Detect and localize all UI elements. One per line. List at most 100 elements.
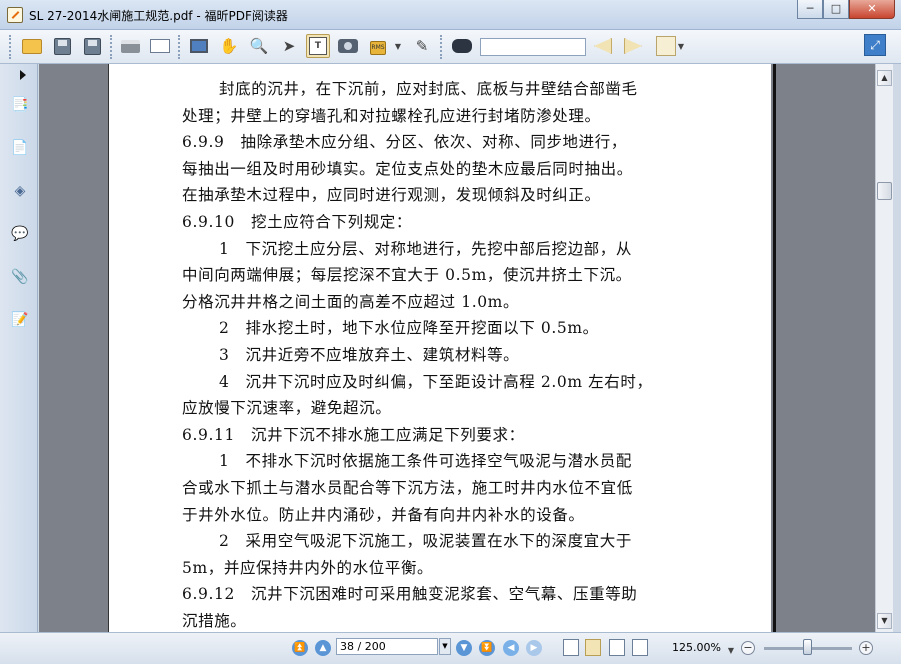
plus-icon: + (861, 641, 871, 654)
rms-button[interactable]: RMS (366, 34, 390, 58)
text-line: 1 下沉挖土应分层、对称地进行，先挖中部后挖边部，从 (219, 239, 632, 258)
signatures-button[interactable]: 📝 (10, 309, 30, 331)
zoom-out-button[interactable]: − (741, 641, 755, 655)
arrow-left-icon: ◀ (507, 643, 515, 653)
fullscreen-button[interactable] (187, 34, 211, 58)
continuous-view-button[interactable] (585, 639, 601, 656)
text-line: 中间向两端伸展；每层挖深不宜大于 0.5m，使沉井挤土下沉。 (182, 266, 632, 285)
save-button[interactable] (50, 34, 74, 58)
first-page-icon: ⏫ (294, 643, 306, 653)
pdf-page[interactable]: 封底的沉井，在下沉前，应对封底、底板与井壁结合部凿毛 处理；井壁上的穿墙孔和对拉螺… (108, 64, 771, 632)
first-page-button[interactable]: ⏫ (292, 640, 308, 656)
email-button[interactable] (148, 34, 172, 58)
last-page-button[interactable]: ⏬ (479, 640, 495, 656)
text-line: 3 沉井近旁不应堆放弃土、建筑材料等。 (219, 346, 520, 364)
binoculars-icon (452, 39, 472, 53)
single-page-view-button[interactable] (563, 639, 579, 656)
maximize-button[interactable]: □ (823, 0, 849, 19)
forward-button[interactable]: ▶ (526, 640, 542, 656)
text-line: 6.9.9 抽除承垫木应分组、分区、依次、对称、同步地进行， (182, 133, 627, 152)
page-number-input[interactable]: 38 / 200 (336, 638, 438, 655)
back-button[interactable]: ◀ (503, 640, 519, 656)
save-icon (53, 37, 71, 55)
page-dropdown[interactable]: ▼ (439, 638, 451, 655)
text-line: 2 采用空气吸泥下沉施工，吸泥装置在水下的深度宜大于 (219, 532, 632, 551)
bookmark-icon: 📑 (11, 97, 29, 113)
open-button[interactable] (20, 34, 44, 58)
status-bar: ⏫ ▲ 38 / 200 ▼ ▼ ⏬ ◀ ▶ 125.00% ▼ − + (0, 632, 901, 664)
title-bar: SL 27-2014水闸施工规范.pdf - 福昕PDF阅读器 ─ □ ✕ (0, 0, 901, 30)
signature-icon: 📝 (11, 312, 29, 328)
zoom-in-button[interactable]: + (859, 641, 873, 655)
attachments-button[interactable]: 📎 (10, 266, 30, 288)
text-line: 封底的沉井，在下沉前，应对封底、底板与井壁结合部凿毛 (219, 80, 638, 98)
zoom-slider-handle[interactable] (803, 639, 812, 655)
magnifier-icon: 🔍 (249, 37, 269, 55)
next-page-button[interactable]: ▼ (456, 640, 472, 656)
text-select-icon: T (309, 37, 327, 55)
comments-button[interactable]: 💬 (10, 223, 30, 245)
navigation-panel: 📑 📄 ◈ 💬 📎 📝 (0, 64, 38, 632)
select-annotation-button[interactable]: ➤ (277, 34, 301, 58)
text-line: 每抽出一组及时用砂填实。定位支点处的垫木应最后同时抽出。 (182, 159, 633, 178)
scroll-thumb[interactable] (877, 182, 892, 200)
rms-dropdown[interactable]: ▼ (393, 34, 403, 58)
chevron-down-icon: ▼ (394, 41, 402, 51)
monitor-icon (190, 39, 208, 53)
scroll-up-button[interactable]: ▲ (877, 70, 892, 86)
save-as-button[interactable] (80, 34, 104, 58)
panel-toggle-icon[interactable] (20, 70, 26, 80)
expand-icon: ⤢ (870, 37, 880, 52)
arrow-up-icon: ▲ (319, 643, 327, 653)
text-line: 5m，并应保持井内外的水位平衡。 (182, 558, 434, 577)
document-view[interactable]: 封底的沉井，在下沉前，应对封底、底板与井壁结合部凿毛 处理；井壁上的穿墙孔和对拉螺… (39, 64, 875, 632)
arrow-right-icon: ▶ (530, 643, 538, 653)
minimize-button[interactable]: ─ (797, 0, 823, 19)
text-line: 在抽承垫木过程中，应同时进行观测，发现倾斜及时纠正。 (182, 186, 601, 205)
find-previous-button[interactable] (591, 34, 615, 58)
text-line: 合或水下抓土与潜水员配合等下沉方法，施工时井内水位不宜低 (182, 479, 633, 497)
find-next-button[interactable] (621, 34, 645, 58)
search-input[interactable] (480, 38, 586, 56)
window-frame (893, 64, 901, 632)
continuous-facing-view-button[interactable] (632, 639, 648, 656)
cursor-icon: ➤ (282, 37, 296, 55)
window-controls: ─ □ ✕ (797, 0, 895, 20)
zoom-level[interactable]: 125.00% (672, 641, 721, 654)
text-line: 应放慢下沉速率，避免超沉。 (182, 399, 392, 418)
window-title: SL 27-2014水闸施工规范.pdf - 福昕PDF阅读器 (29, 9, 288, 23)
toolbar-separator (178, 35, 181, 59)
expand-button[interactable]: ⤢ (864, 34, 886, 56)
previous-page-button[interactable]: ▲ (315, 640, 331, 656)
search-options-button[interactable]: ▼ (651, 34, 689, 58)
print-button[interactable] (118, 34, 142, 58)
sign-button[interactable]: ✎ (410, 34, 434, 58)
scroll-down-button[interactable]: ▼ (877, 613, 892, 629)
arrow-down-icon: ▼ (460, 643, 468, 653)
facing-view-button[interactable] (609, 639, 625, 656)
folder-icon (22, 38, 42, 54)
email-icon (150, 39, 170, 53)
text-line: 分格沉井井格之间土面的高差不应超过 1.0m。 (182, 292, 520, 311)
hand-tool-button[interactable]: ✋ (217, 34, 241, 58)
arrow-up-icon: ▲ (881, 73, 888, 82)
text-line: 6.9.11 沉井下沉不排水施工应满足下列要求： (182, 425, 525, 444)
text-line: 1 不排水下沉时依据施工条件可选择空气吸泥与潜水员配 (219, 452, 632, 471)
page-icon: 📄 (11, 140, 29, 156)
layers-button[interactable]: ◈ (10, 180, 30, 202)
chevron-down-icon: ▼ (677, 41, 685, 51)
close-button[interactable]: ✕ (849, 0, 895, 19)
note-icon (655, 36, 676, 56)
zoom-dropdown[interactable]: ▼ (726, 638, 736, 662)
pages-button[interactable]: 📄 (10, 137, 30, 159)
hand-icon: ✋ (219, 37, 239, 55)
snapshot-button[interactable] (336, 34, 360, 58)
page-edge (773, 64, 776, 632)
vertical-scrollbar[interactable]: ▲ ▼ (875, 64, 893, 632)
find-button[interactable] (450, 34, 474, 58)
toolbar-separator (110, 35, 113, 59)
zoom-tool-button[interactable]: 🔍 (247, 34, 271, 58)
bookmarks-button[interactable]: 📑 (10, 94, 30, 116)
toolbar-grip[interactable] (9, 35, 12, 59)
select-text-button[interactable]: T (306, 34, 330, 58)
